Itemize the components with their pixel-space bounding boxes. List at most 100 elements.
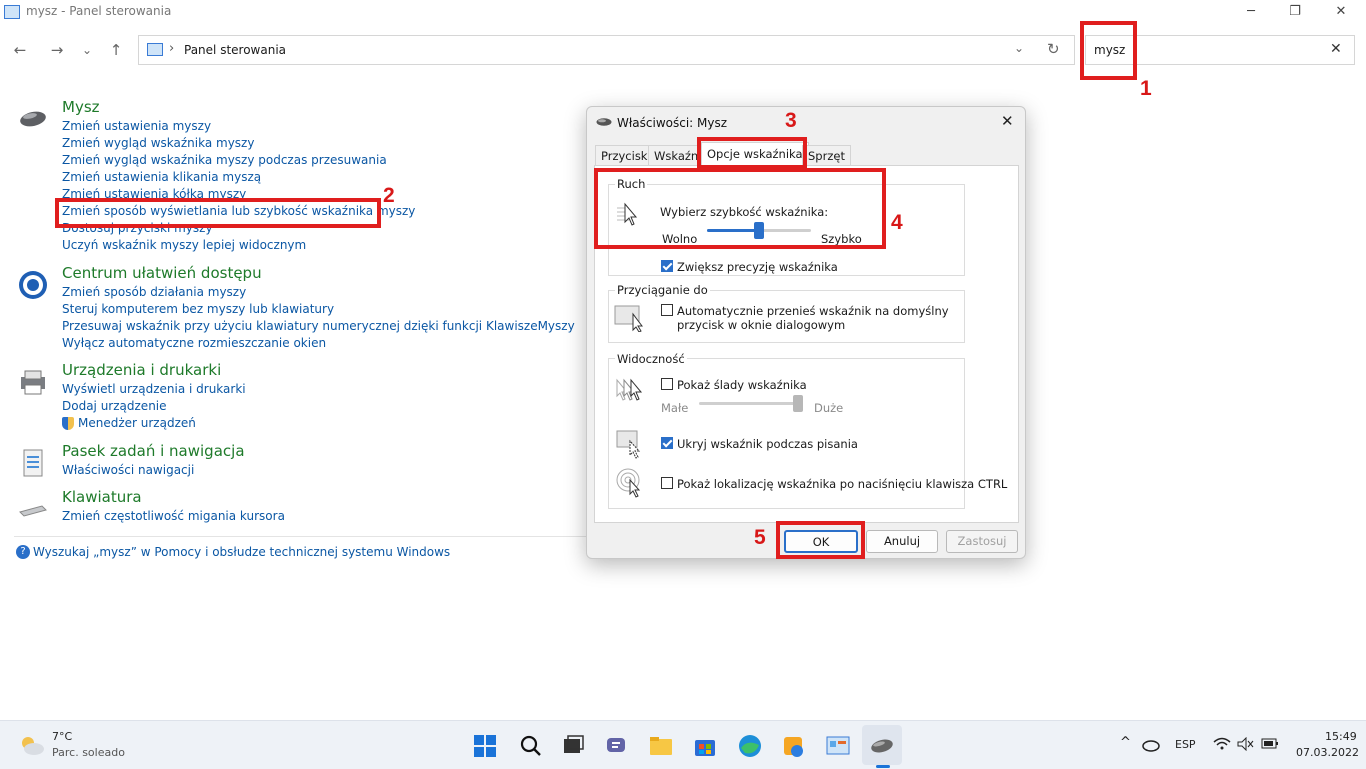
result-link[interactable]: Dodaj urządzenie [62,399,167,413]
back-button[interactable]: ← [7,38,33,62]
language-indicator[interactable]: ESP [1175,738,1196,751]
annotation-number-3: 3 [785,109,797,132]
snap-to-default-checkbox[interactable] [661,304,673,316]
result-link[interactable]: Steruj komputerem bez myszy lub klawiatu… [62,302,334,316]
category-title[interactable]: Pasek zadań i nawigacja [62,442,245,460]
show-location-ctrl-checkbox[interactable] [661,477,673,489]
mouse-icon [18,104,48,134]
dialog-close-button[interactable]: ✕ [1001,112,1014,130]
mouse-icon [596,118,612,126]
visibility-group-label: Widoczność [615,352,687,366]
onedrive-icon[interactable] [1141,738,1161,752]
tab-hardware[interactable]: Sprzęt [802,145,851,165]
annotation-number-1: 1 [1140,77,1152,100]
result-link[interactable]: Zmień ustawienia myszy [62,119,211,133]
result-link[interactable]: Wyświetl urządzenia i drukarki [62,382,246,396]
title-bar: mysz - Panel sterowania ─ ❐ ✕ [0,0,1366,26]
breadcrumb-separator: › [169,41,175,56]
photos-icon[interactable] [781,733,807,759]
result-link[interactable]: Zmień wygląd wskaźnika myszy [62,136,254,150]
battery-icon[interactable] [1261,738,1279,750]
clock-time[interactable]: 15:49 [1325,730,1357,743]
result-link[interactable]: Wyłącz automatyczne rozmieszczanie okien [62,336,326,350]
close-window-button[interactable]: ✕ [1318,0,1364,26]
divider [14,536,594,537]
snap-label-line1: Automatycznie przenieś wskaźnik na domyś… [677,304,949,318]
result-link[interactable]: Przesuwaj wskaźnik przy użyciu klawiatur… [62,319,575,333]
result-link[interactable]: Zmień sposób działania myszy [62,285,246,299]
breadcrumb-control-panel[interactable]: Panel sterowania [184,43,286,57]
hide-while-typing-checkbox[interactable] [661,437,673,449]
snap-label-line2: przycisk w oknie dialogowym [677,318,846,332]
category-title[interactable]: Mysz [62,98,100,116]
category-title[interactable]: Klawiatura [62,488,142,506]
teams-chat-icon[interactable] [604,733,630,759]
tab-pointers[interactable]: Wskaźniki [648,145,701,165]
uac-shield-icon [62,417,74,430]
trails-length-slider[interactable] [699,395,803,418]
apply-button[interactable]: Zastosuj [946,530,1018,553]
show-location-ctrl-label: Pokaż lokalizację wskaźnika po naciśnięc… [677,477,1008,491]
weather-description[interactable]: Parc. soleado [52,746,125,759]
pointer-trails-icon [616,378,643,401]
result-link[interactable]: Zmień wygląd wskaźnika myszy podczas prz… [62,153,387,167]
help-icon: ? [16,545,30,559]
annotation-box-5 [776,521,865,559]
annotation-number-4: 4 [891,211,903,234]
result-link[interactable]: Właściwości nawigacji [62,463,194,477]
start-icon[interactable] [472,733,498,759]
hide-while-typing-label: Ukryj wskaźnik podczas pisania [677,437,858,451]
result-link[interactable]: Uczyń wskaźnik myszy lepiej widocznym [62,238,306,252]
cancel-button[interactable]: Anuluj [866,530,938,553]
minimize-button[interactable]: ─ [1228,0,1274,26]
hide-while-typing-icon [616,430,641,459]
tray-overflow-chevron[interactable]: ^ [1120,735,1131,750]
forward-button[interactable]: → [44,38,70,62]
category-title[interactable]: Centrum ułatwień dostępu [62,264,262,282]
clock-date[interactable]: 07.03.2022 [1296,746,1359,759]
pointer-trails-label: Pokaż ślady wskaźnika [677,378,807,392]
help-search-link[interactable]: Wyszukaj „mysz” w Pomocy i obsłudze tech… [33,545,450,559]
wifi-icon[interactable] [1213,737,1231,751]
accessibility-icon [18,270,48,300]
precision-checkbox[interactable] [661,260,673,272]
control-panel-icon[interactable] [825,733,851,759]
printer-icon [18,367,48,397]
keyboard-icon [18,494,48,524]
taskbar: 7°C Parc. soleado ^ ESP 15:49 07.03.2022 [0,720,1366,769]
taskbar-icon [18,448,48,478]
control-panel-icon [147,43,163,56]
show-location-icon [616,468,641,498]
volume-muted-icon[interactable] [1237,737,1255,751]
recent-locations-button[interactable]: ⌄ [74,38,100,62]
refresh-icon[interactable]: ↻ [1047,40,1060,58]
store-icon[interactable] [692,733,718,759]
mouse-icon[interactable] [869,733,895,759]
annotation-number-2: 2 [383,184,395,207]
precision-label: Zwiększ precyzję wskaźnika [677,260,838,274]
edge-icon[interactable] [737,733,763,759]
file-explorer-icon[interactable] [648,733,674,759]
address-bar[interactable]: › Panel sterowania ⌄ ↻ [138,35,1075,65]
annotation-box-4 [594,168,886,249]
window-title: mysz - Panel sterowania [26,4,172,18]
control-panel-icon [4,5,20,19]
task-view-icon[interactable] [560,733,586,759]
weather-temperature[interactable]: 7°C [52,730,72,743]
address-dropdown-button[interactable]: ⌄ [1014,41,1024,55]
restore-button[interactable]: ❐ [1272,0,1318,26]
result-link[interactable]: Zmień częstotliwość migania kursora [62,509,285,523]
result-link[interactable]: Menedżer urządzeń [78,416,196,430]
search-icon[interactable] [518,733,544,759]
up-button[interactable]: ↑ [103,38,129,62]
annotation-box-2 [55,198,381,228]
category-title[interactable]: Urządzenia i drukarki [62,361,221,379]
snap-to-icon [614,305,643,332]
weather-icon[interactable] [18,735,46,757]
pointer-trails-checkbox[interactable] [661,378,673,390]
snap-group-label: Przyciąganie do [615,283,710,297]
trails-slider-thumb[interactable] [793,395,803,412]
clear-search-icon[interactable]: ✕ [1330,41,1342,57]
result-link[interactable]: Zmień ustawienia klikania myszą [62,170,261,184]
annotation-box-1 [1080,21,1137,80]
